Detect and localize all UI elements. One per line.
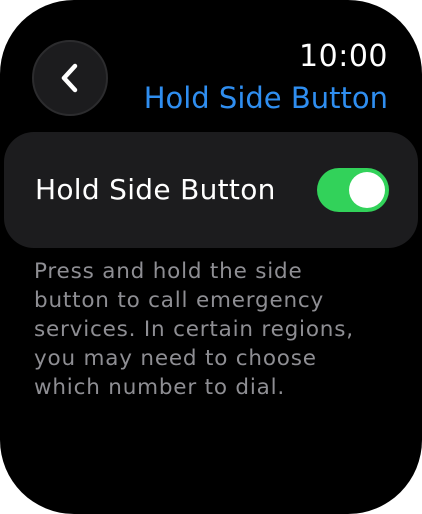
page-title: Hold Side Button [143,81,388,115]
description-line: which number to dial. [34,375,286,400]
hold-side-button-toggle[interactable] [317,168,389,212]
watch-screen: 10:00 Hold Side Button Hold Side Button … [0,0,422,514]
back-button[interactable] [32,40,108,116]
description-line: services. In certain regions, [34,317,354,342]
setting-row-hold-side-button[interactable]: Hold Side Button [4,132,418,248]
description-line: Press and hold the side [34,259,303,284]
setting-description: Press and hold the side button to call e… [34,257,404,402]
description-line: you may need to choose [34,346,317,371]
description-line: button to call emergency [34,288,325,313]
setting-label: Hold Side Button [35,173,276,206]
chevron-left-icon [61,63,78,93]
status-time: 10:00 [299,39,388,74]
toggle-knob [349,172,385,208]
